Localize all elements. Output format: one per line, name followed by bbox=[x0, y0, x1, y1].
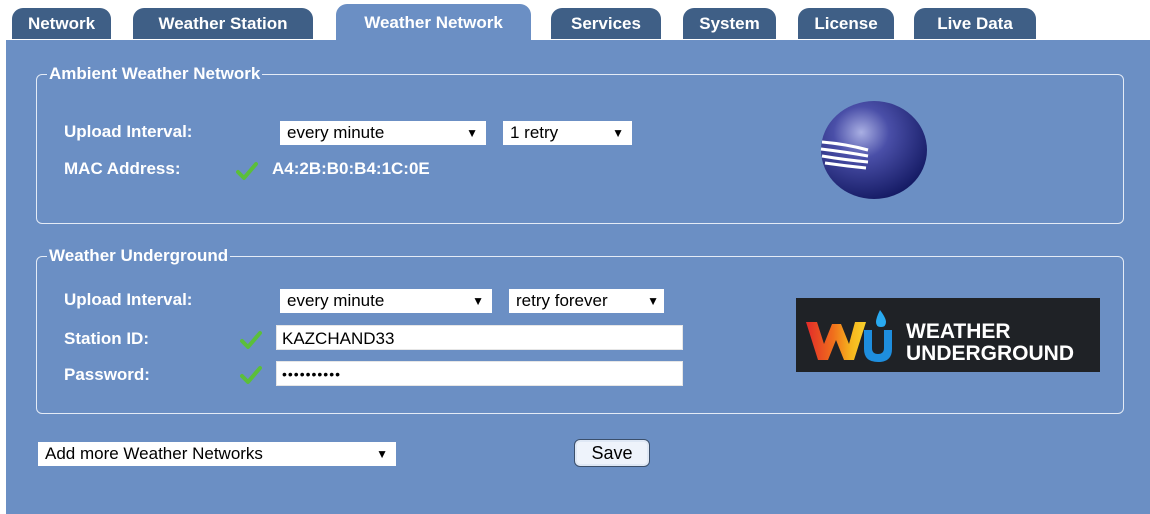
check-icon bbox=[236, 162, 258, 180]
wu-upload-interval-label: Upload Interval: bbox=[64, 290, 193, 309]
password-label: Password: bbox=[64, 365, 150, 384]
check-icon bbox=[240, 366, 262, 384]
mac-address-label: MAC Address: bbox=[64, 159, 181, 178]
weather-network-panel: Ambient Weather Network Upload Interval:… bbox=[6, 40, 1150, 514]
wu-retry-select[interactable]: retry forever ▼ bbox=[509, 289, 664, 313]
ambient-upload-interval-value: every minute bbox=[287, 123, 385, 142]
tab-network[interactable]: Network bbox=[12, 8, 111, 39]
tab-weather-network[interactable]: Weather Network bbox=[336, 4, 531, 40]
ambient-weather-legend: Ambient Weather Network bbox=[49, 64, 261, 83]
weather-network-page: Network Weather Station Weather Network … bbox=[0, 0, 1150, 514]
add-networks-select[interactable]: Add more Weather Networks ▼ bbox=[38, 442, 396, 466]
mac-address-value: A4:2B:B0:B4:1C:0E bbox=[272, 159, 430, 178]
chevron-down-icon: ▼ bbox=[466, 126, 478, 140]
weather-underground-legend: Weather Underground bbox=[49, 246, 229, 265]
chevron-down-icon: ▼ bbox=[376, 447, 388, 461]
save-button[interactable]: Save bbox=[574, 439, 650, 467]
wu-upload-interval-value: every minute bbox=[287, 291, 385, 310]
station-id-input[interactable]: KAZCHAND33 bbox=[276, 325, 683, 350]
weather-underground-logo: WEATHER UNDERGROUND bbox=[796, 298, 1100, 372]
wu-upload-interval-select[interactable]: every minute ▼ bbox=[280, 289, 492, 313]
password-input[interactable]: •••••••••• bbox=[276, 361, 683, 386]
chevron-down-icon: ▼ bbox=[647, 294, 659, 308]
chevron-down-icon: ▼ bbox=[472, 294, 484, 308]
tab-system[interactable]: System bbox=[683, 8, 776, 39]
ambient-retry-value: 1 retry bbox=[510, 123, 559, 142]
ambient-retry-select[interactable]: 1 retry ▼ bbox=[503, 121, 632, 145]
wu-retry-value: retry forever bbox=[516, 291, 608, 310]
tab-weather-station[interactable]: Weather Station bbox=[133, 8, 313, 39]
station-id-label: Station ID: bbox=[64, 329, 149, 348]
ambient-weather-logo-icon bbox=[820, 101, 927, 199]
tab-bar: Network Weather Station Weather Network … bbox=[6, 4, 1150, 40]
ambient-upload-interval-label: Upload Interval: bbox=[64, 122, 193, 141]
ambient-upload-interval-select[interactable]: every minute ▼ bbox=[280, 121, 486, 145]
wu-logo-line1: WEATHER bbox=[906, 320, 1011, 343]
add-networks-value: Add more Weather Networks bbox=[45, 444, 263, 463]
chevron-down-icon: ▼ bbox=[612, 126, 624, 140]
tab-live-data[interactable]: Live Data bbox=[914, 8, 1036, 39]
tab-license[interactable]: License bbox=[798, 8, 894, 39]
wu-logo-icon bbox=[806, 310, 892, 362]
wu-logo-line2: UNDERGROUND bbox=[906, 342, 1074, 365]
tab-services[interactable]: Services bbox=[551, 8, 661, 39]
check-icon bbox=[240, 331, 262, 349]
